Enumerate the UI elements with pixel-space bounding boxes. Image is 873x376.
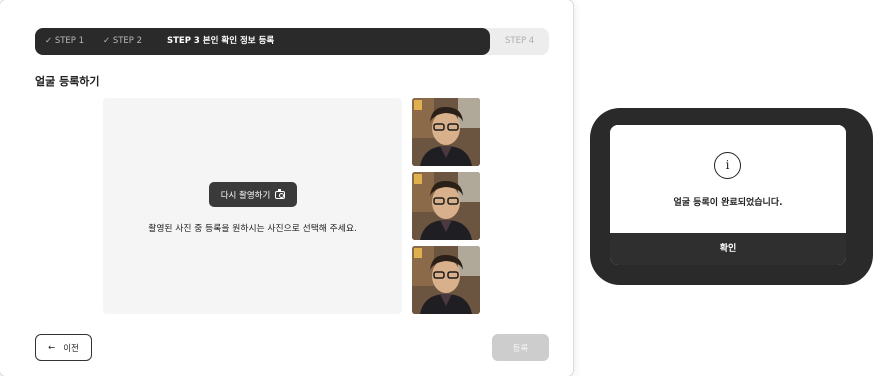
face-photo-thumbnail-3[interactable] — [412, 246, 480, 314]
completion-dialog: i 얼굴 등록이 완료되었습니다. 확인 — [610, 125, 846, 265]
face-registration-panel: ✓ STEP 1 ✓ STEP 2 STEP 3 본인 확인 정보 등록 STE… — [0, 0, 573, 376]
photo-preview-area: 다시 촬영하기 촬영된 사진 중 등록을 원하시는 사진으로 선택해 주세요. — [103, 98, 402, 314]
dialog-body: i 얼굴 등록이 완료되었습니다. — [610, 125, 846, 233]
camera-icon — [275, 188, 286, 199]
step-3-current: STEP 3 본인 확인 정보 등록 — [167, 36, 275, 46]
step-progress-bar: ✓ STEP 1 ✓ STEP 2 STEP 3 본인 확인 정보 등록 STE… — [35, 28, 549, 55]
step-1: ✓ STEP 1 — [45, 36, 85, 46]
previous-label: 이전 — [63, 343, 79, 354]
completion-dialog-frame: i 얼굴 등록이 완료되었습니다. 확인 — [590, 108, 873, 285]
dialog-message: 얼굴 등록이 완료되었습니다. — [673, 198, 783, 208]
register-button[interactable]: 등록 — [492, 334, 549, 361]
instruction-text: 촬영된 사진 중 등록을 원하시는 사진으로 선택해 주세요. — [148, 224, 357, 234]
retake-label: 다시 촬영하기 — [220, 190, 271, 201]
retake-photo-button[interactable]: 다시 촬영하기 — [209, 182, 297, 207]
face-photo-thumbnail-2[interactable] — [412, 172, 480, 240]
face-photo-thumbnail-1[interactable] — [412, 98, 480, 166]
info-icon: i — [714, 152, 741, 179]
confirm-button[interactable]: 확인 — [610, 233, 846, 265]
previous-button[interactable]: ← 이전 — [35, 334, 92, 361]
arrow-left-icon: ← — [48, 342, 56, 353]
step-4: STEP 4 — [505, 36, 535, 46]
section-title: 얼굴 등록하기 — [35, 75, 100, 88]
step-2: ✓ STEP 2 — [103, 36, 143, 46]
